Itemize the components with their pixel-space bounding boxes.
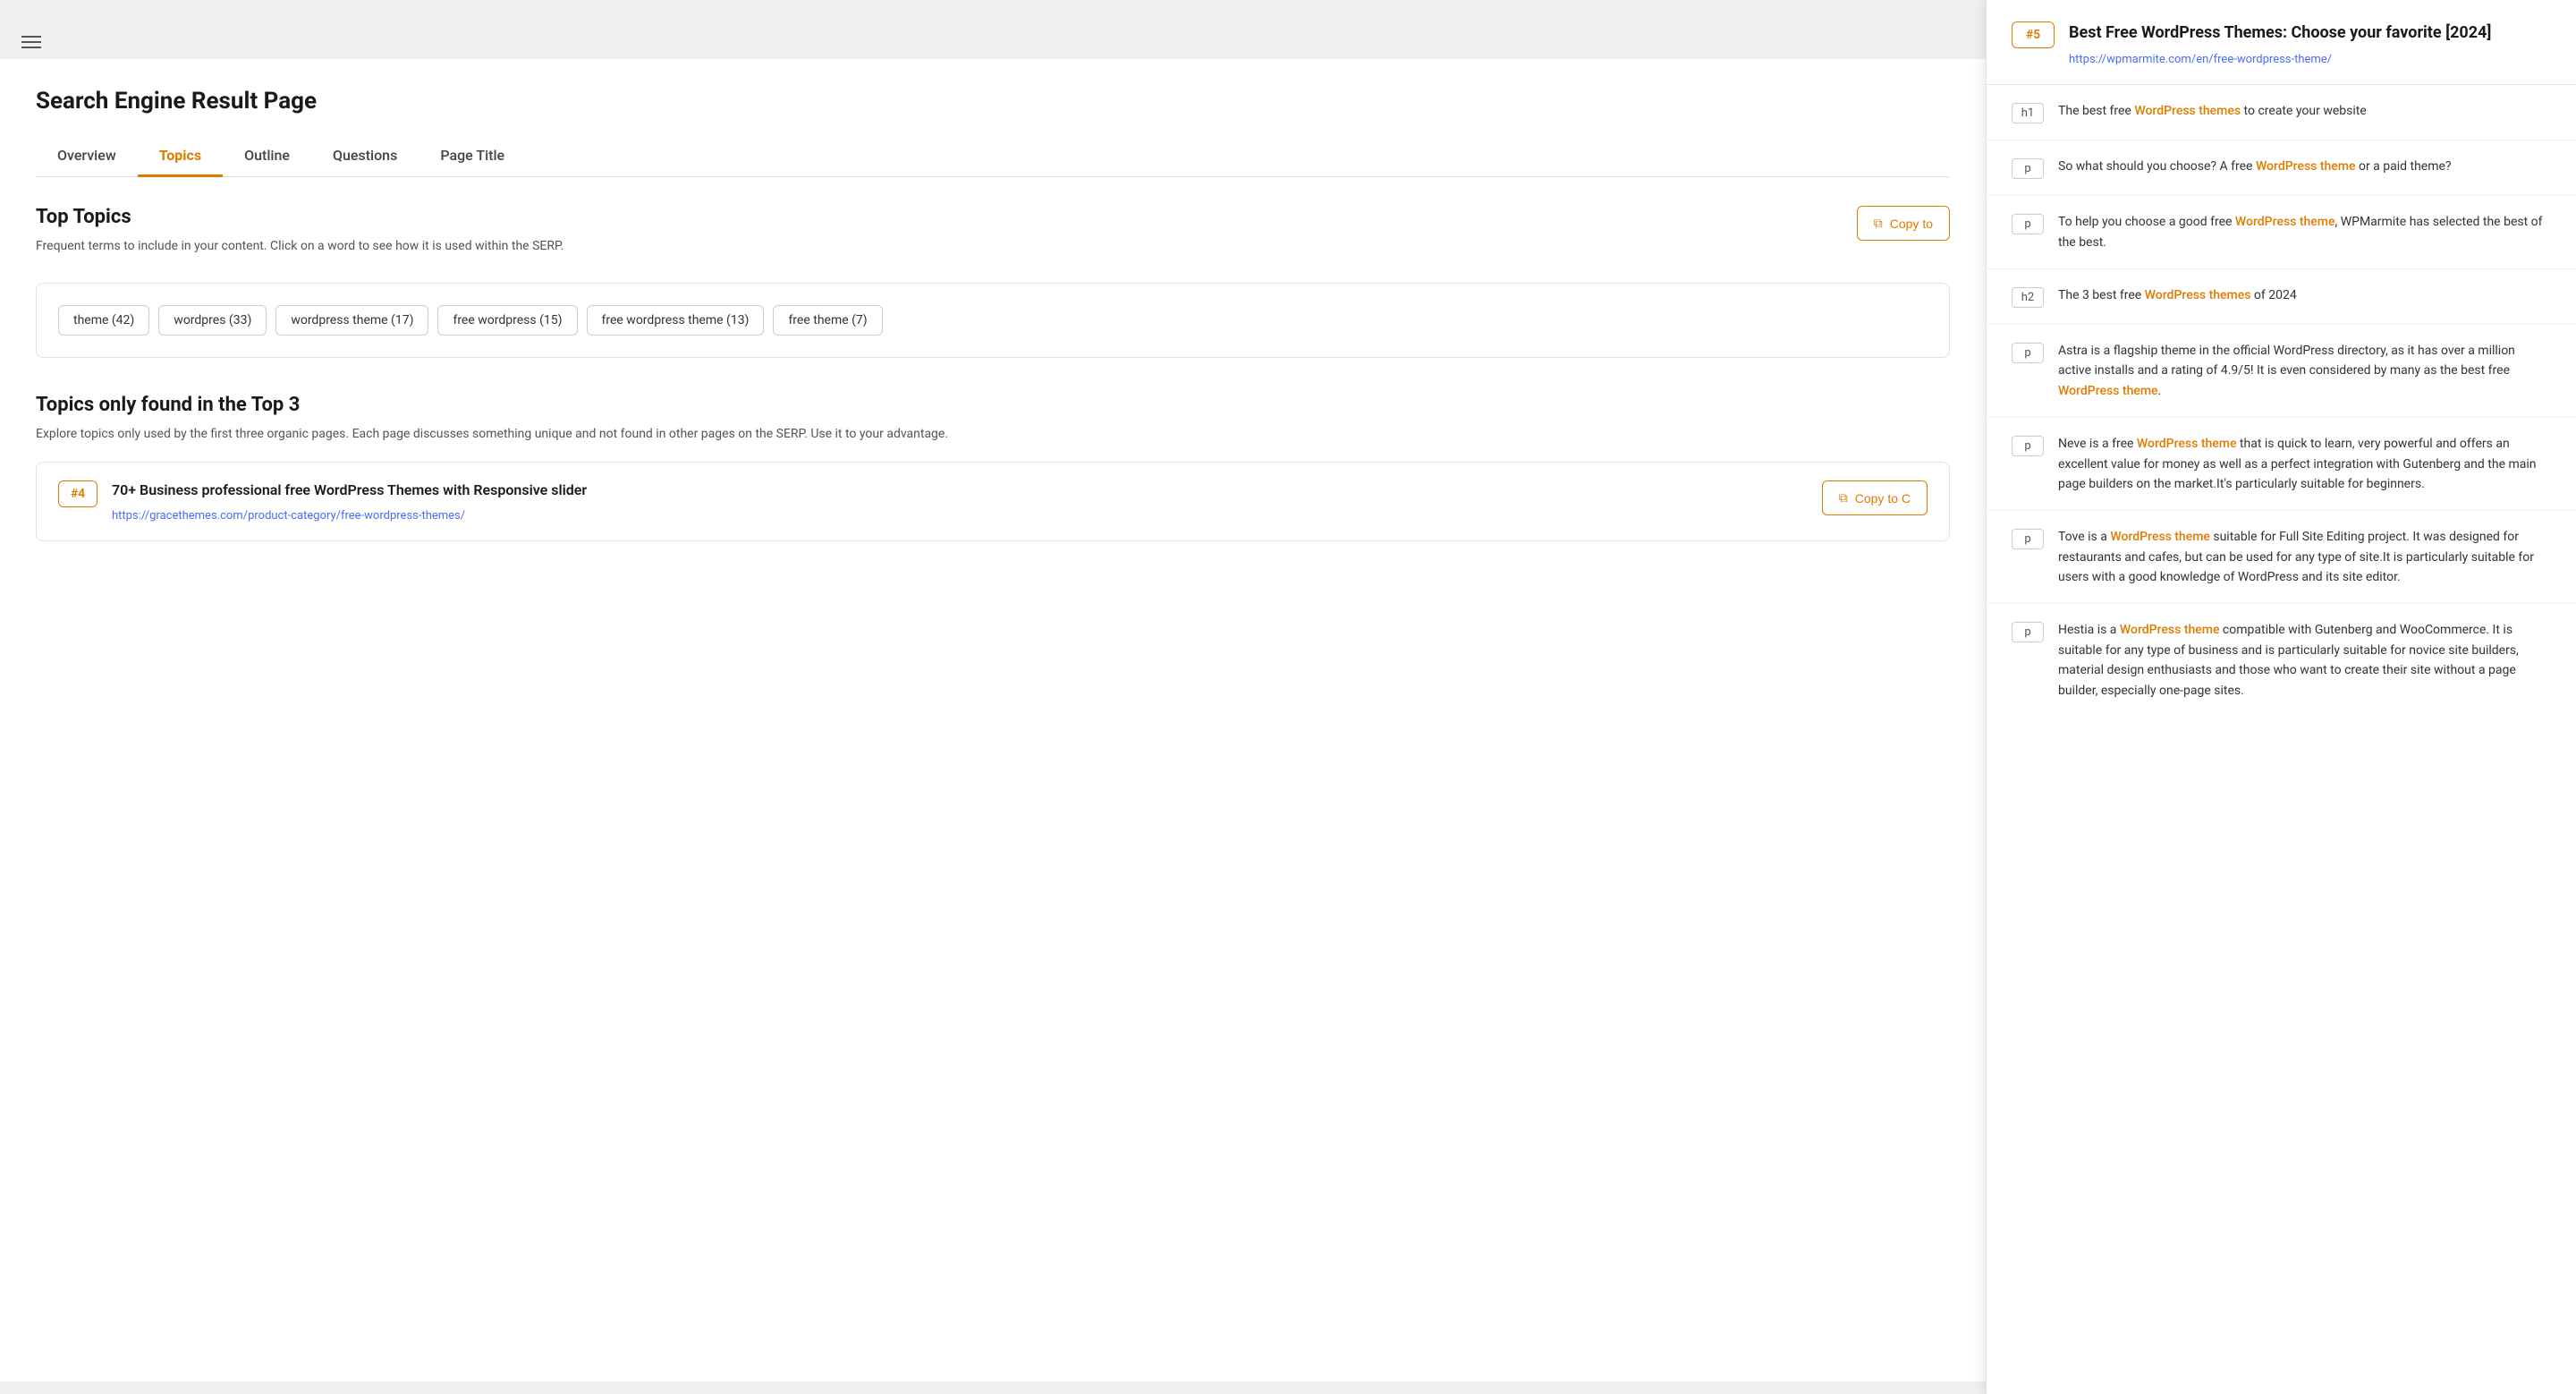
result-info-4: 70+ Business professional free WordPress…: [112, 480, 587, 523]
rp-text-3: The 3 best free WordPress themes of 2024: [2058, 285, 2297, 305]
top-topics-copy-button[interactable]: ⧉ Copy to: [1857, 206, 1950, 241]
tag-2[interactable]: wordpress theme (17): [275, 305, 428, 336]
rp-text-0: The best free WordPress themes to create…: [2058, 101, 2367, 121]
rp-content-item-4: p Astra is a flagship theme in the offici…: [1987, 325, 2576, 418]
result-card-4: #4 70+ Business professional free WordPr…: [36, 462, 1950, 541]
rp-text-4: Astra is a flagship theme in the officia…: [2058, 341, 2551, 401]
tag-3[interactable]: free wordpress (15): [437, 305, 577, 336]
tab-outline[interactable]: Outline: [223, 136, 311, 177]
topics-only-title: Topics only found in the Top 3: [36, 394, 1950, 416]
rp-content-list: h1 The best free WordPress themes to crea…: [1987, 85, 2576, 717]
rp-text-6: Tove is a WordPress theme suitable for F…: [2058, 527, 2551, 587]
menu-button[interactable]: [0, 18, 1986, 59]
rp-text-2: To help you choose a good free WordPress…: [2058, 212, 2551, 252]
rp-content-item-7: p Hestia is a WordPress theme compatible …: [1987, 604, 2576, 717]
highlight-text: WordPress themes: [2145, 288, 2251, 302]
tab-questions[interactable]: Questions: [311, 136, 419, 177]
tag-4[interactable]: free wordpress theme (13): [587, 305, 765, 336]
rp-content-item-6: p Tove is a WordPress theme suitable for …: [1987, 511, 2576, 604]
rp-text-5: Neve is a free WordPress theme that is q…: [2058, 434, 2551, 494]
highlight-text: WordPress themes: [2134, 104, 2241, 118]
rp-content-item-5: p Neve is a free WordPress theme that is …: [1987, 418, 2576, 511]
rp-text-1: So what should you choose? A free WordPr…: [2058, 157, 2452, 176]
highlight-text: WordPress theme: [2058, 384, 2158, 398]
rp-tag-6: p: [2012, 529, 2044, 549]
highlight-text: WordPress theme: [2120, 623, 2220, 637]
result-url-4[interactable]: https://gracethemes.com/product-category…: [112, 509, 465, 523]
tag-1[interactable]: wordpres (33): [158, 305, 267, 336]
rp-tag-0: h1: [2012, 103, 2044, 123]
tag-5[interactable]: free theme (7): [773, 305, 882, 336]
tab-overview[interactable]: Overview: [36, 136, 138, 177]
tags-container: theme (42) wordpres (33) wordpress theme…: [58, 305, 1928, 336]
rp-rank-url: #5 Best Free WordPress Themes: Choose yo…: [2012, 21, 2551, 66]
tabs-nav: Overview Topics Outline Questions Page T…: [36, 136, 1950, 177]
rp-content-item-0: h1 The best free WordPress themes to crea…: [1987, 85, 2576, 140]
highlight-text: WordPress theme: [2235, 215, 2335, 229]
rp-tag-1: p: [2012, 158, 2044, 179]
topics-only-section: Topics only found in the Top 3 Explore t…: [36, 394, 1950, 541]
rp-tag-4: p: [2012, 343, 2044, 363]
rp-text-7: Hestia is a WordPress theme compatible w…: [2058, 620, 2551, 701]
result-title-4: 70+ Business professional free WordPress…: [112, 480, 587, 500]
rp-content-item-3: h2 The 3 best free WordPress themes of 20…: [1987, 269, 2576, 325]
tag-0[interactable]: theme (42): [58, 305, 149, 336]
topics-only-description: Explore topics only used by the first th…: [36, 425, 1950, 444]
tab-page-title[interactable]: Page Title: [419, 136, 526, 177]
rp-result-url[interactable]: https://wpmarmite.com/en/free-wordpress-…: [2069, 53, 2332, 66]
copy-icon: ⧉: [1874, 216, 1883, 231]
rp-tag-5: p: [2012, 436, 2044, 456]
page-heading: Search Engine Result Page: [36, 88, 1950, 115]
result-card-left: #4 70+ Business professional free WordPr…: [58, 480, 1808, 523]
rp-result-header: #5 Best Free WordPress Themes: Choose yo…: [1987, 0, 2576, 85]
result-copy-button-4[interactable]: ⧉ Copy to C: [1822, 480, 1928, 515]
rp-tag-7: p: [2012, 622, 2044, 642]
copy-icon-4: ⧉: [1839, 490, 1848, 506]
rp-rank-badge: #5: [2012, 21, 2055, 48]
top-topics-header: Top Topics Frequent terms to include in …: [36, 206, 1950, 274]
top-topics-title: Top Topics: [36, 206, 564, 228]
highlight-text: WordPress theme: [2110, 530, 2210, 544]
rank-badge-4: #4: [58, 480, 97, 507]
rp-result-info: Best Free WordPress Themes: Choose your …: [2069, 21, 2491, 66]
topics-box: theme (42) wordpres (33) wordpress theme…: [36, 283, 1950, 358]
top-topics-description: Frequent terms to include in your conten…: [36, 237, 564, 256]
rp-result-title: Best Free WordPress Themes: Choose your …: [2069, 21, 2491, 44]
tab-topics[interactable]: Topics: [138, 136, 223, 177]
rp-tag-3: h2: [2012, 287, 2044, 308]
highlight-text: WordPress theme: [2137, 437, 2237, 451]
right-panel: #5 Best Free WordPress Themes: Choose yo…: [1986, 0, 2576, 1394]
rp-content-item-2: p To help you choose a good free WordPres…: [1987, 196, 2576, 269]
rp-tag-2: p: [2012, 214, 2044, 234]
highlight-text: WordPress theme: [2256, 159, 2356, 174]
rp-content-item-1: p So what should you choose? A free WordP…: [1987, 140, 2576, 196]
